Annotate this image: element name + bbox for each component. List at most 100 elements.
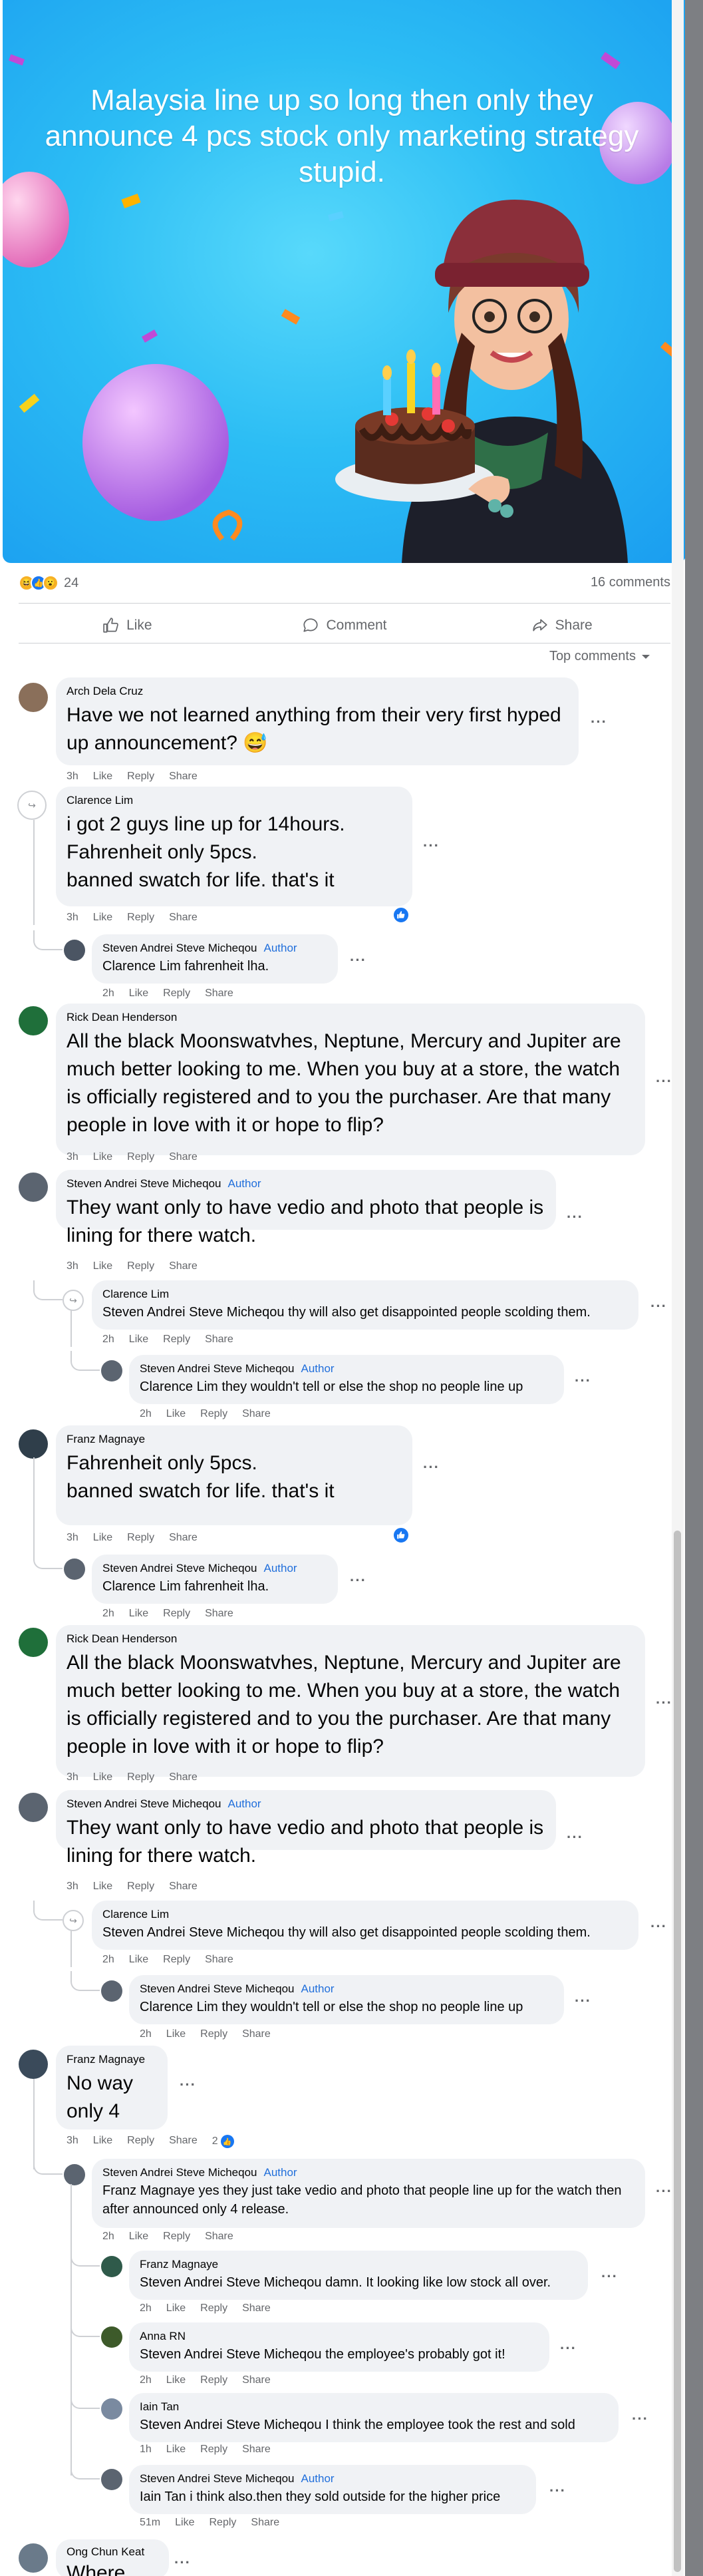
- more-options-icon[interactable]: ···: [180, 2076, 196, 2094]
- more-options-icon[interactable]: ···: [575, 1992, 591, 2010]
- comment-author[interactable]: Steven Andrei Steve Micheqou Author: [140, 1362, 553, 1376]
- avatar[interactable]: [19, 1006, 48, 1035]
- avatar[interactable]: ↪: [17, 791, 47, 820]
- more-options-icon[interactable]: ···: [591, 713, 607, 731]
- avatar[interactable]: [101, 1980, 122, 2002]
- comment-like-button[interactable]: Like: [129, 1954, 148, 1966]
- comment-timestamp[interactable]: 2h: [102, 988, 114, 1000]
- comment-share-button[interactable]: Share: [242, 2028, 271, 2040]
- comment-like-button[interactable]: Like: [166, 1408, 186, 1420]
- more-options-icon[interactable]: ···: [601, 2268, 618, 2285]
- like-button[interactable]: Like: [19, 611, 236, 640]
- comment-sort-dropdown[interactable]: Top comments: [549, 649, 650, 664]
- comment-timestamp[interactable]: 1h: [140, 2444, 152, 2456]
- more-options-icon[interactable]: ···: [423, 837, 440, 854]
- more-options-icon[interactable]: ···: [174, 2554, 191, 2571]
- comment-timestamp[interactable]: 3h: [67, 771, 78, 783]
- like-reaction-icon[interactable]: [392, 1527, 410, 1544]
- comment-reply-button[interactable]: Reply: [127, 771, 154, 783]
- comment-button[interactable]: Comment: [236, 611, 454, 640]
- comment-share-button[interactable]: Share: [169, 1532, 198, 1544]
- comment-timestamp[interactable]: 3h: [67, 1771, 78, 1783]
- comment-share-button[interactable]: Share: [205, 2231, 233, 2243]
- avatar[interactable]: [19, 1429, 48, 1459]
- comment-like-button[interactable]: Like: [166, 2444, 186, 2456]
- comment-share-button[interactable]: Share: [169, 1260, 198, 1272]
- comment-author[interactable]: Steven Andrei Steve Micheqou Author: [140, 2472, 525, 2486]
- comment-share-button[interactable]: Share: [205, 988, 233, 1000]
- comment-like-button[interactable]: Like: [166, 2374, 186, 2386]
- more-options-icon[interactable]: ···: [656, 2183, 672, 2200]
- comment-reply-button[interactable]: Reply: [163, 2231, 190, 2243]
- comment-like-button[interactable]: Like: [93, 1260, 112, 1272]
- comment-reply-button[interactable]: Reply: [209, 2517, 236, 2529]
- comment-share-button[interactable]: Share: [169, 2135, 198, 2148]
- avatar[interactable]: [101, 2256, 122, 2277]
- share-button[interactable]: Share: [453, 611, 670, 640]
- comment-like-button[interactable]: Like: [166, 2302, 186, 2314]
- more-options-icon[interactable]: ···: [656, 1694, 672, 1712]
- more-options-icon[interactable]: ···: [560, 2340, 577, 2357]
- comment-timestamp[interactable]: 3h: [67, 1532, 78, 1544]
- comment-reply-button[interactable]: Reply: [200, 2374, 227, 2386]
- comment-like-button[interactable]: Like: [93, 2135, 112, 2148]
- comment-share-button[interactable]: Share: [169, 771, 198, 783]
- comment-like-count[interactable]: 2 👍: [212, 2135, 234, 2148]
- avatar[interactable]: [19, 1793, 48, 1822]
- comment-author[interactable]: Arch Dela Cruz: [67, 684, 568, 699]
- comment-author[interactable]: Steven Andrei Steve Micheqou Author: [140, 1982, 553, 1996]
- comment-like-button[interactable]: Like: [129, 1608, 148, 1620]
- comment-share-button[interactable]: Share: [205, 1608, 233, 1620]
- comment-timestamp[interactable]: 2h: [140, 2028, 152, 2040]
- comment-share-button[interactable]: Share: [169, 1151, 198, 1163]
- comment-author[interactable]: Iain Tan: [140, 2400, 608, 2414]
- reaction-summary[interactable]: 😆 👍 😮 24: [19, 575, 78, 591]
- comment-reply-button[interactable]: Reply: [127, 1151, 154, 1163]
- comment-share-button[interactable]: Share: [242, 2374, 271, 2386]
- comment-author[interactable]: Rick Dean Henderson: [67, 1632, 634, 1646]
- comment-reply-button[interactable]: Reply: [127, 2135, 154, 2148]
- comment-author[interactable]: Clarence Lim: [102, 1907, 628, 1922]
- avatar[interactable]: [101, 1360, 122, 1381]
- comment-like-button[interactable]: Like: [93, 1532, 112, 1544]
- comment-author[interactable]: Franz Magnaye: [67, 2052, 157, 2067]
- more-options-icon[interactable]: ···: [567, 1208, 583, 1226]
- comment-timestamp[interactable]: 2h: [140, 2302, 152, 2314]
- comment-share-button[interactable]: Share: [242, 2302, 271, 2314]
- comment-reply-button[interactable]: Reply: [163, 1334, 190, 1346]
- comment-count[interactable]: 16 comments: [591, 575, 670, 590]
- avatar[interactable]: [64, 940, 85, 961]
- avatar[interactable]: [19, 1628, 48, 1657]
- comment-timestamp[interactable]: 2h: [102, 1334, 114, 1346]
- comment-share-button[interactable]: Share: [169, 1771, 198, 1783]
- comment-reply-button[interactable]: Reply: [127, 1260, 154, 1272]
- comment-reply-button[interactable]: Reply: [127, 1881, 154, 1893]
- comment-timestamp[interactable]: 3h: [67, 2135, 78, 2148]
- comment-author[interactable]: Steven Andrei Steve Micheqou Author: [102, 1561, 327, 1576]
- comment-share-button[interactable]: Share: [242, 2444, 271, 2456]
- more-options-icon[interactable]: ···: [567, 1829, 583, 1846]
- comment-like-button[interactable]: Like: [93, 1881, 112, 1893]
- comment-reply-button[interactable]: Reply: [200, 1408, 227, 1420]
- comment-timestamp[interactable]: 2h: [102, 2231, 114, 2243]
- comment-author[interactable]: Steven Andrei Steve Micheqou Author: [67, 1177, 545, 1191]
- comment-author[interactable]: Steven Andrei Steve Micheqou Author: [102, 941, 327, 956]
- comment-author[interactable]: Rick Dean Henderson: [67, 1010, 634, 1025]
- comment-share-button[interactable]: Share: [205, 1954, 233, 1966]
- scrollbar-thumb[interactable]: [674, 1531, 681, 2572]
- comment-share-button[interactable]: Share: [242, 1408, 271, 1420]
- avatar[interactable]: [101, 2398, 122, 2420]
- avatar[interactable]: [19, 1173, 48, 1202]
- comment-timestamp[interactable]: 2h: [102, 1608, 114, 1620]
- comment-reply-button[interactable]: Reply: [163, 988, 190, 1000]
- avatar[interactable]: [64, 1559, 85, 1580]
- comment-author[interactable]: Anna RN: [140, 2329, 539, 2344]
- comment-share-button[interactable]: Share: [169, 912, 198, 924]
- comment-timestamp[interactable]: 3h: [67, 1260, 78, 1272]
- comment-timestamp[interactable]: 3h: [67, 912, 78, 924]
- comment-like-button[interactable]: Like: [166, 2028, 186, 2040]
- comment-share-button[interactable]: Share: [251, 2517, 279, 2529]
- more-options-icon[interactable]: ···: [656, 1073, 672, 1090]
- comment-share-button[interactable]: Share: [169, 1881, 198, 1893]
- comment-timestamp[interactable]: 51m: [140, 2517, 160, 2529]
